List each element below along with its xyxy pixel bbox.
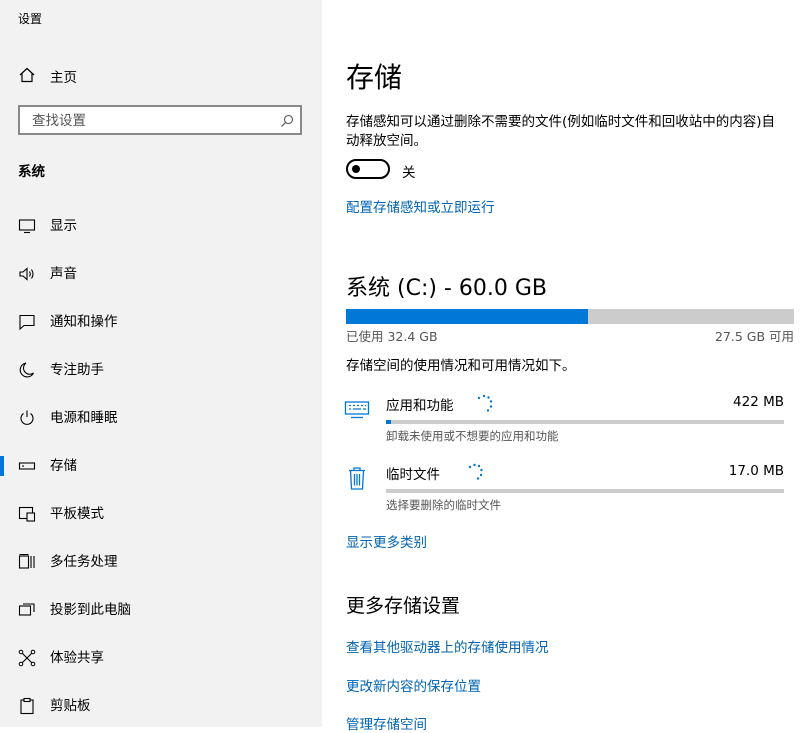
used-space-label: 已使用 32.4 GB	[346, 326, 438, 345]
search-box[interactable]	[18, 105, 302, 135]
toggle-state-label: 关	[402, 161, 416, 181]
storage-sense-description: 存储感知可以通过删除不需要的文件(例如临时文件和回收站中的内容)自动释放空间。	[346, 113, 786, 151]
app-title: 设置	[18, 10, 42, 27]
toggle-knob	[352, 165, 360, 173]
category-usage-bar	[386, 489, 784, 493]
category-usage-fill	[386, 420, 391, 424]
home-icon	[18, 66, 36, 84]
sidebar-item-notifications[interactable]: 通知和操作	[0, 304, 322, 340]
usage-description: 存储空间的使用情况和可用情况如下。	[346, 354, 576, 374]
show-more-categories-link[interactable]: 显示更多类别	[346, 531, 427, 551]
storage-drive-icon	[18, 457, 36, 475]
sidebar-item-clipboard[interactable]: 剪贴板	[0, 688, 322, 724]
search-input[interactable]	[30, 111, 274, 131]
project-icon	[18, 601, 36, 619]
search-icon[interactable]	[280, 113, 294, 127]
category-temporary-files[interactable]: 临时文件 17.0 MB 选择要删除的临时文件	[344, 463, 794, 519]
sidebar-item-label: 体验共享	[50, 649, 104, 667]
page-title: 存储	[346, 56, 402, 96]
category-size: 422 MB	[733, 394, 784, 410]
sidebar-item-focus-assist[interactable]: 专注助手	[0, 352, 322, 388]
sidebar-item-shared-experiences[interactable]: 体验共享	[0, 640, 322, 676]
storage-sense-toggle[interactable]	[346, 159, 390, 179]
share-icon	[18, 649, 36, 667]
configure-storage-sense-link[interactable]: 配置存储感知或立即运行	[346, 196, 495, 216]
category-name: 临时文件	[386, 463, 440, 483]
main-content: 存储 存储感知可以通过删除不需要的文件(例如临时文件和回收站中的内容)自动释放空…	[322, 0, 810, 727]
category-usage-bar	[386, 420, 784, 424]
sidebar-item-sound[interactable]: 声音	[0, 256, 322, 292]
view-other-drives-link[interactable]: 查看其他驱动器上的存储使用情况	[346, 636, 549, 656]
category-size: 17.0 MB	[729, 463, 784, 479]
manage-storage-spaces-link[interactable]: 管理存储空间	[346, 713, 427, 733]
notification-icon	[18, 313, 36, 331]
sidebar-item-power[interactable]: 电源和睡眠	[0, 400, 322, 436]
multitask-icon	[18, 553, 36, 571]
trash-icon	[344, 465, 370, 491]
moon-icon	[18, 361, 36, 379]
drive-title: 系统 (C:) - 60.0 GB	[346, 270, 547, 302]
sidebar-item-label: 剪贴板	[50, 697, 91, 715]
sidebar-item-label: 多任务处理	[50, 553, 118, 571]
more-storage-settings-title: 更多存储设置	[346, 591, 460, 618]
change-save-location-link[interactable]: 更改新内容的保存位置	[346, 675, 481, 695]
tablet-icon	[18, 505, 36, 523]
nav-home[interactable]: 主页	[0, 62, 322, 88]
sidebar-item-label: 显示	[50, 217, 77, 235]
category-subtitle: 选择要删除的临时文件	[386, 497, 501, 513]
home-label: 主页	[50, 66, 77, 86]
sidebar: 设置 主页 系统 显示 声音 通知和操作 专注助手	[0, 0, 322, 727]
loading-spinner-icon	[474, 394, 494, 414]
drive-usage-fill	[346, 309, 588, 324]
category-subtitle: 卸载未使用或不想要的应用和功能	[386, 428, 559, 444]
keyboard-icon	[344, 396, 370, 422]
sidebar-item-label: 平板模式	[50, 505, 104, 523]
free-space-label: 27.5 GB 可用	[715, 326, 794, 345]
sidebar-item-storage[interactable]: 存储	[0, 448, 322, 484]
sidebar-item-label: 通知和操作	[50, 313, 118, 331]
sidebar-item-tablet-mode[interactable]: 平板模式	[0, 496, 322, 532]
loading-spinner-icon	[466, 463, 486, 483]
sidebar-item-label: 投影到此电脑	[50, 601, 131, 619]
power-icon	[18, 409, 36, 427]
sidebar-item-label: 声音	[50, 265, 77, 283]
sidebar-item-label: 专注助手	[50, 361, 104, 379]
monitor-icon	[18, 217, 36, 235]
sidebar-item-multitasking[interactable]: 多任务处理	[0, 544, 322, 580]
category-name: 应用和功能	[386, 394, 454, 414]
sidebar-item-label: 存储	[50, 457, 77, 475]
sidebar-item-display[interactable]: 显示	[0, 208, 322, 244]
drive-usage-bar	[346, 309, 794, 324]
clipboard-icon	[18, 697, 36, 715]
sidebar-item-label: 电源和睡眠	[50, 409, 118, 427]
section-heading: 系统	[18, 160, 45, 180]
sidebar-item-project[interactable]: 投影到此电脑	[0, 592, 322, 628]
category-apps-features[interactable]: 应用和功能 422 MB 卸载未使用或不想要的应用和功能	[344, 394, 794, 450]
speaker-icon	[18, 265, 36, 283]
active-indicator	[0, 456, 4, 476]
